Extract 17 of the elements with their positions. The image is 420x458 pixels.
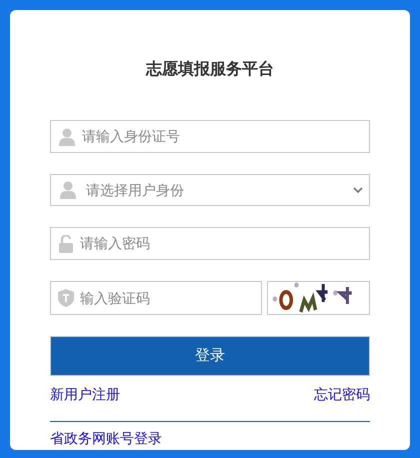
forgot-password-link[interactable]: 忘记密码 bbox=[314, 384, 370, 405]
id-number-input[interactable]: 请输入身份证号 bbox=[82, 126, 369, 147]
gov-account-login-link[interactable]: 省政务网账号登录 bbox=[50, 430, 162, 446]
password-input[interactable]: 请输入密码 bbox=[80, 233, 369, 254]
role-select[interactable]: 请选择用户身份 bbox=[50, 174, 370, 206]
register-link[interactable]: 新用户注册 bbox=[50, 384, 120, 405]
user-icon bbox=[60, 181, 76, 199]
chevron-down-icon bbox=[353, 187, 363, 193]
login-button[interactable]: 登录 bbox=[50, 336, 370, 376]
lock-icon bbox=[59, 234, 73, 252]
id-number-field[interactable]: 请输入身份证号 bbox=[50, 120, 370, 153]
page-title: 志愿填报服务平台 bbox=[146, 59, 274, 80]
captcha-field[interactable]: 输入验证码 bbox=[50, 281, 262, 315]
captcha-input[interactable]: 输入验证码 bbox=[80, 288, 261, 308]
shield-icon bbox=[58, 289, 74, 307]
user-icon bbox=[59, 128, 75, 146]
password-field[interactable]: 请输入密码 bbox=[50, 227, 370, 260]
